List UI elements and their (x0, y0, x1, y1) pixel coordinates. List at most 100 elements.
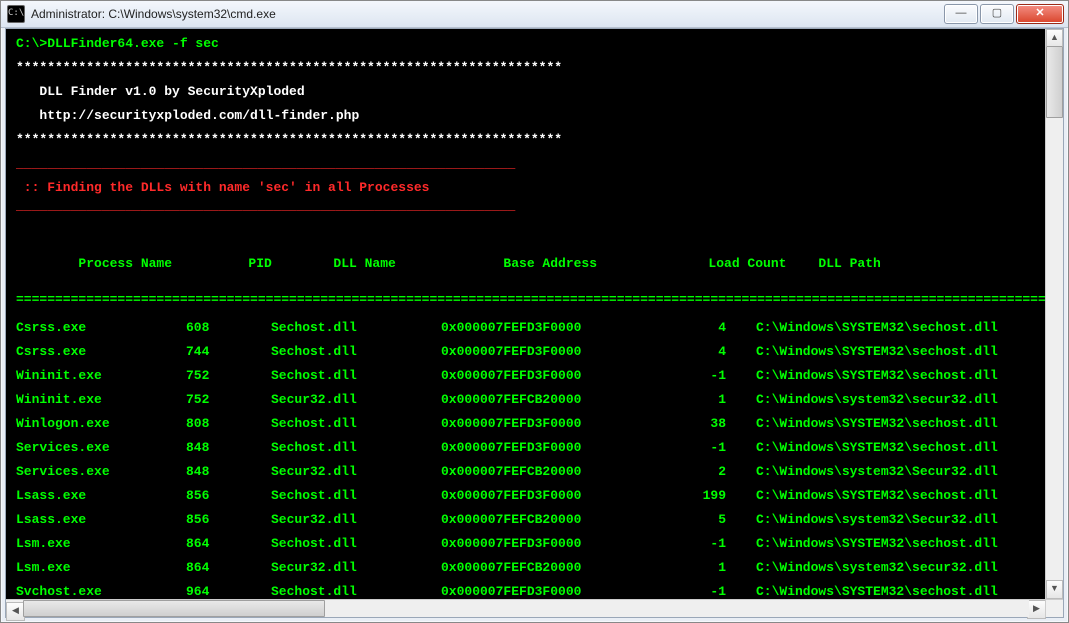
banner-border: ****************************************… (16, 131, 1036, 149)
cell-pid: 608 (186, 319, 271, 337)
cell-dll-name: Secur32.dll (271, 391, 441, 409)
cell-dll-name: Sechost.dll (271, 319, 441, 337)
vscroll-track[interactable] (1046, 46, 1063, 582)
banner-title: DLL Finder v1.0 by SecurityXploded (16, 83, 1036, 101)
cell-base-address: 0x000007FEFCB20000 (441, 463, 646, 481)
table-row: Services.exe848Secur32.dll0x000007FEFCB2… (16, 463, 1036, 481)
maximize-button[interactable]: ▢ (980, 4, 1014, 24)
cell-load-count: 4 (646, 343, 756, 361)
cell-dll-path: C:\Windows\SYSTEM32\sechost.dll (756, 487, 1046, 505)
cell-load-count: 2 (646, 463, 756, 481)
cell-pid: 848 (186, 463, 271, 481)
table-row: Services.exe848Sechost.dll0x000007FEFD3F… (16, 439, 1036, 457)
cell-base-address: 0x000007FEFD3F0000 (441, 535, 646, 553)
cmd-window: C:\ Administrator: C:\Windows\system32\c… (0, 0, 1069, 623)
cell-dll-path: C:\Windows\SYSTEM32\sechost.dll (756, 415, 1046, 433)
table-row: Svchost.exe964Sechost.dll0x000007FEFD3F0… (16, 583, 1036, 600)
cell-pid: 856 (186, 487, 271, 505)
cell-pid: 808 (186, 415, 271, 433)
banner-border: ****************************************… (16, 59, 1036, 77)
table-row: Csrss.exe744Sechost.dll0x000007FEFD3F000… (16, 343, 1036, 361)
cell-dll-path: C:\Windows\system32\Secur32.dll (756, 511, 1046, 529)
cell-pid: 752 (186, 391, 271, 409)
cell-dll-path: C:\Windows\SYSTEM32\sechost.dll (756, 367, 1046, 385)
cell-dll-name: Secur32.dll (271, 463, 441, 481)
cell-pid: 856 (186, 511, 271, 529)
hscroll-thumb[interactable] (23, 600, 325, 617)
table-row: Wininit.exe752Secur32.dll0x000007FEFCB20… (16, 391, 1036, 409)
close-button[interactable]: ✕ (1016, 4, 1064, 24)
cell-dll-path: C:\Windows\SYSTEM32\sechost.dll (756, 439, 1046, 457)
cell-process-name: Services.exe (16, 439, 186, 457)
cell-dll-name: Sechost.dll (271, 439, 441, 457)
cell-dll-name: Sechost.dll (271, 343, 441, 361)
cell-process-name: Wininit.exe (16, 367, 186, 385)
col-process-name: Process Name (78, 255, 248, 273)
cell-pid: 744 (186, 343, 271, 361)
col-dll-path: DLL Path (818, 255, 1046, 273)
cell-load-count: -1 (646, 535, 756, 553)
cell-process-name: Wininit.exe (16, 391, 186, 409)
terminal-output[interactable]: C:\>DLLFinder64.exe -f sec *************… (6, 29, 1046, 600)
cell-base-address: 0x000007FEFD3F0000 (441, 415, 646, 433)
cell-process-name: Svchost.exe (16, 583, 186, 600)
table-row: Winlogon.exe808Sechost.dll0x000007FEFD3F… (16, 415, 1036, 433)
hscroll-track[interactable] (23, 600, 1029, 617)
minimize-button[interactable]: — (944, 4, 978, 24)
table-row: Wininit.exe752Sechost.dll0x000007FEFD3F0… (16, 367, 1036, 385)
cell-pid: 864 (186, 559, 271, 577)
data-rows: Csrss.exe608Sechost.dll0x000007FEFD3F000… (16, 319, 1036, 600)
table-row: Lsass.exe856Sechost.dll0x000007FEFD3F000… (16, 487, 1036, 505)
cell-base-address: 0x000007FEFD3F0000 (441, 343, 646, 361)
cell-dll-path: C:\Windows\SYSTEM32\sechost.dll (756, 343, 1046, 361)
cell-dll-path: C:\Windows\SYSTEM32\sechost.dll (756, 535, 1046, 553)
cell-base-address: 0x000007FEFD3F0000 (441, 583, 646, 600)
cell-process-name: Csrss.exe (16, 343, 186, 361)
column-headers: Process NamePIDDLL NameBase AddressLoad … (16, 237, 1036, 291)
scrollbar-corner (1045, 599, 1063, 617)
cell-dll-name: Sechost.dll (271, 367, 441, 385)
cell-load-count: 1 (646, 559, 756, 577)
cell-dll-path: C:\Windows\system32\secur32.dll (756, 391, 1046, 409)
col-pid: PID (248, 255, 333, 273)
horizontal-scrollbar[interactable]: ◀ ▶ (6, 599, 1046, 617)
table-row: Lsm.exe864Sechost.dll0x000007FEFD3F0000-… (16, 535, 1036, 553)
cell-load-count: -1 (646, 439, 756, 457)
cell-load-count: 5 (646, 511, 756, 529)
cell-base-address: 0x000007FEFCB20000 (441, 391, 646, 409)
scroll-right-button[interactable]: ▶ (1027, 600, 1046, 619)
cell-process-name: Lsass.exe (16, 487, 186, 505)
cell-pid: 964 (186, 583, 271, 600)
cell-base-address: 0x000007FEFD3F0000 (441, 367, 646, 385)
cell-dll-name: Secur32.dll (271, 559, 441, 577)
cell-base-address: 0x000007FEFD3F0000 (441, 487, 646, 505)
status-text: :: Finding the DLLs with name 'sec' in a… (16, 179, 1036, 197)
cell-base-address: 0x000007FEFCB20000 (441, 559, 646, 577)
cell-dll-path: C:\Windows\SYSTEM32\sechost.dll (756, 319, 1046, 337)
cell-process-name: Winlogon.exe (16, 415, 186, 433)
cell-load-count: 199 (646, 487, 756, 505)
scroll-down-button[interactable]: ▼ (1046, 580, 1063, 599)
cell-dll-name: Sechost.dll (271, 487, 441, 505)
cell-load-count: -1 (646, 583, 756, 600)
vscroll-thumb[interactable] (1046, 46, 1063, 118)
cell-process-name: Lsm.exe (16, 559, 186, 577)
cell-process-name: Csrss.exe (16, 319, 186, 337)
app-icon: C:\ (7, 5, 25, 23)
cell-dll-name: Secur32.dll (271, 511, 441, 529)
cell-process-name: Lsm.exe (16, 535, 186, 553)
cell-dll-path: C:\Windows\system32\Secur32.dll (756, 463, 1046, 481)
banner-url: http://securityxploded.com/dll-finder.ph… (16, 107, 1036, 125)
cell-pid: 848 (186, 439, 271, 457)
cell-process-name: Lsass.exe (16, 511, 186, 529)
table-row: Csrss.exe608Sechost.dll0x000007FEFD3F000… (16, 319, 1036, 337)
cell-base-address: 0x000007FEFD3F0000 (441, 439, 646, 457)
col-dll-name: DLL Name (333, 255, 503, 273)
window-title: Administrator: C:\Windows\system32\cmd.e… (31, 7, 944, 21)
col-load-count: Load Count (708, 255, 818, 273)
vertical-scrollbar[interactable]: ▲ ▼ (1045, 29, 1063, 599)
titlebar[interactable]: C:\ Administrator: C:\Windows\system32\c… (1, 1, 1068, 28)
window-buttons: — ▢ ✕ (944, 4, 1064, 24)
cell-load-count: -1 (646, 367, 756, 385)
cell-dll-name: Sechost.dll (271, 583, 441, 600)
